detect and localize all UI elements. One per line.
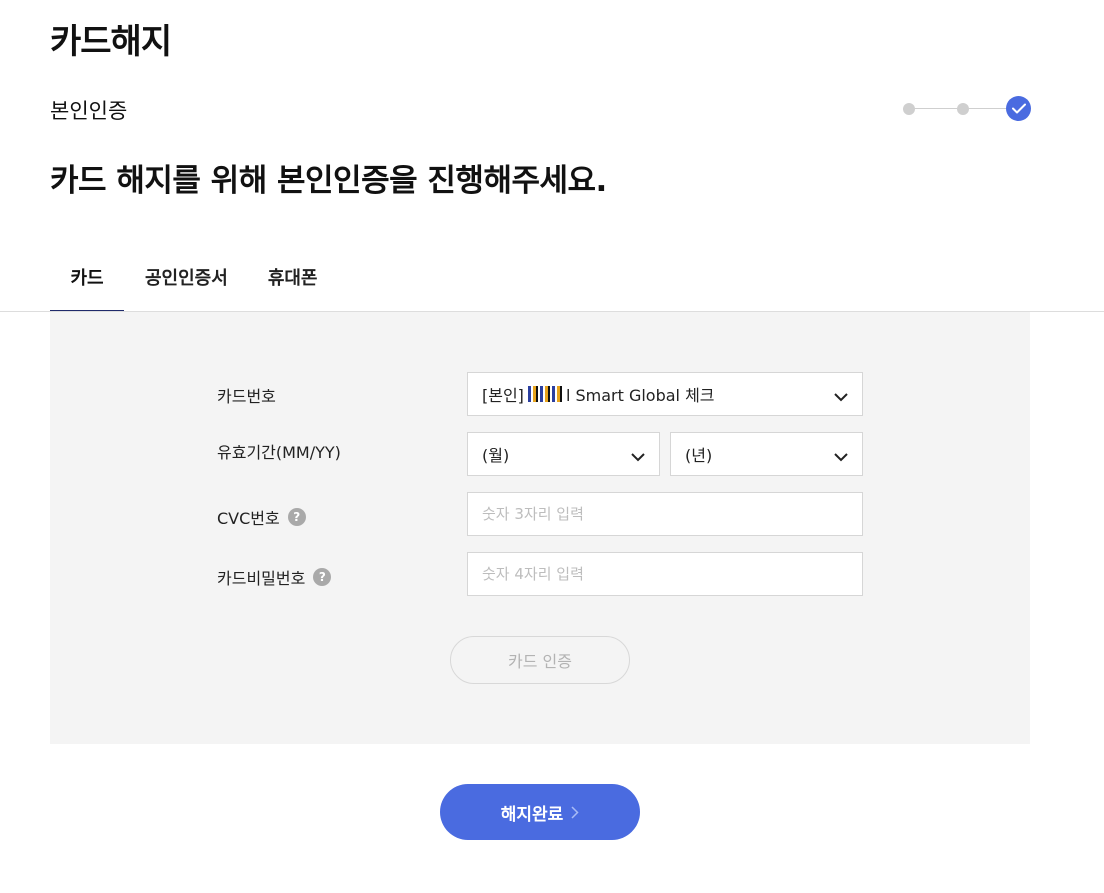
help-icon[interactable]: ? (313, 568, 332, 586)
cvc-input[interactable] (482, 493, 862, 535)
chevron-down-icon (834, 387, 848, 406)
tab-label: 휴대폰 (267, 268, 318, 289)
card-number-label: 카드번호 (217, 387, 276, 406)
expiry-year-select[interactable]: (년) (670, 432, 863, 476)
masked-card-name (527, 386, 562, 402)
complete-button-label: 해지완료 (500, 804, 564, 825)
card-verify-button[interactable]: 카드 인증 (450, 636, 630, 684)
step-connector-2 (969, 108, 1006, 109)
chevron-down-icon (834, 447, 848, 466)
card-password-label: 카드비밀번호 ? (217, 565, 332, 589)
cvc-field[interactable] (467, 492, 863, 536)
card-password-field[interactable] (467, 552, 863, 596)
tab-label: 카드 (70, 268, 104, 289)
cvc-label-text: CVC번호 (217, 509, 280, 528)
card-number-select[interactable]: [본인] l Smart Global 체크 (467, 372, 863, 416)
step-title: 본인인증 (50, 99, 128, 123)
chevron-right-icon (571, 805, 579, 819)
expiry-month-value: (월) (482, 446, 510, 465)
step-indicator (903, 96, 1031, 121)
complete-cancellation-button[interactable]: 해지완료 (440, 784, 640, 840)
step-dot-2 (957, 103, 969, 115)
card-password-label-text: 카드비밀번호 (217, 569, 306, 588)
help-icon[interactable]: ? (287, 508, 306, 526)
page-title: 카드해지 (50, 22, 172, 62)
tab-certificate[interactable]: 공인인증서 (145, 252, 228, 312)
headline: 카드 해지를 위해 본인인증을 진행해주세요. (50, 163, 607, 199)
card-number-suffix: l Smart Global 체크 (565, 386, 715, 405)
card-password-input[interactable] (482, 553, 862, 595)
step-connector-1 (915, 108, 957, 109)
expiry-month-select[interactable]: (월) (467, 432, 660, 476)
card-number-prefix: [본인] (482, 386, 524, 405)
expiry-label: 유효기간(MM/YY) (217, 443, 341, 462)
expiry-year-value: (년) (685, 446, 713, 465)
check-icon (1006, 96, 1031, 121)
tab-label: 공인인증서 (145, 268, 228, 289)
tab-card[interactable]: 카드 (50, 252, 124, 312)
tab-phone[interactable]: 휴대폰 (268, 252, 318, 312)
step-dot-1 (903, 103, 915, 115)
verification-tabs: 카드 공인인증서 휴대폰 (50, 252, 318, 312)
cvc-label: CVC번호 ? (217, 505, 306, 529)
chevron-down-icon (631, 447, 645, 466)
